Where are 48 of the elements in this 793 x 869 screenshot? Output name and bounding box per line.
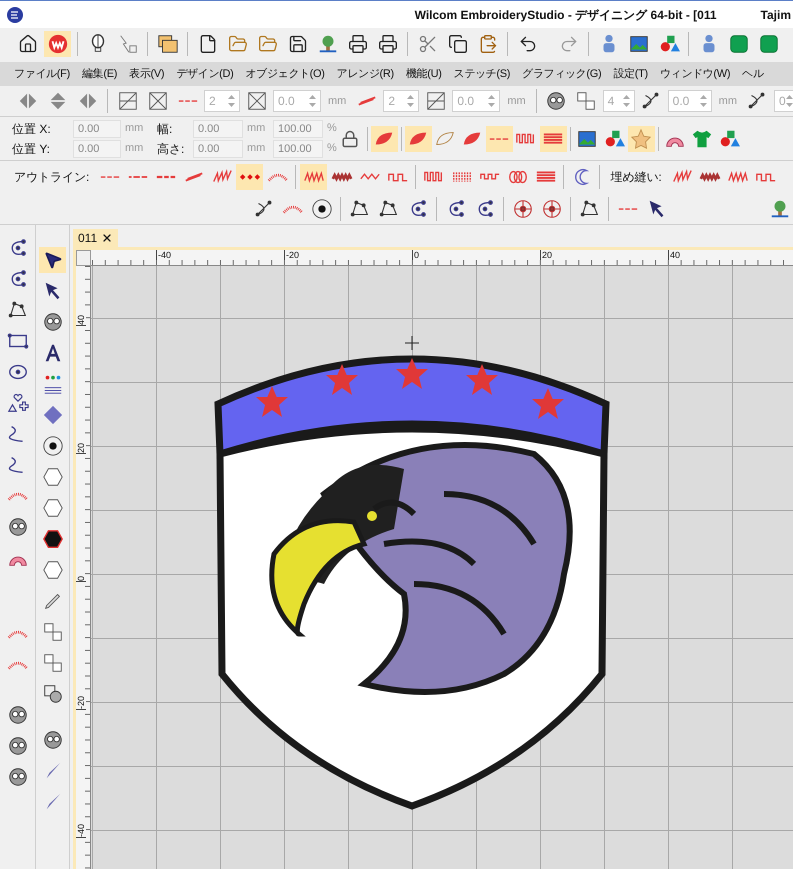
logo-icon[interactable]	[44, 31, 71, 57]
design-canvas[interactable]	[91, 266, 793, 869]
unit-label: %	[327, 121, 337, 136]
field-label: 位置 X:	[12, 120, 52, 138]
menu-item[interactable]: 表示(V)	[129, 66, 164, 82]
menu-item[interactable]: アレンジ(R)	[336, 66, 394, 82]
window-title: Tajim	[760, 6, 791, 24]
ruler-label: 0	[412, 250, 420, 260]
unit-label: mm	[247, 121, 266, 136]
unit-label: %	[327, 141, 337, 156]
ruler-label: 20	[76, 442, 86, 454]
document-tab[interactable]: 011	[73, 229, 118, 247]
pointer-icon[interactable]	[39, 247, 66, 273]
ruler-label: 20	[540, 250, 552, 260]
unit-label: mm	[718, 94, 737, 109]
unit-label: mm	[125, 141, 144, 156]
menu-item[interactable]: 機能(U)	[406, 66, 442, 82]
ruler-label: 0	[76, 576, 86, 582]
leaf-icon[interactable]	[404, 126, 432, 152]
ruler-label: -40	[76, 824, 86, 838]
menu-item[interactable]: デザイン(D)	[176, 66, 234, 82]
menu-item[interactable]: ウィンドウ(W)	[660, 66, 730, 82]
app-logo-icon	[6, 6, 24, 24]
ruler-label: -20	[76, 696, 86, 710]
menu-item[interactable]: ヘル	[742, 66, 764, 82]
ruler-label: -20	[284, 250, 300, 260]
ruler-label: 40	[668, 250, 680, 260]
menu-item[interactable]: オブジェクト(O)	[245, 66, 325, 82]
menu-item[interactable]: ファイル(F)	[14, 66, 70, 82]
field-label: 位置 Y:	[12, 140, 52, 158]
diamond-row-icon[interactable]	[236, 164, 264, 190]
ruler-label: -40	[156, 250, 172, 260]
unit-label: mm	[507, 94, 526, 109]
unit-label: mm	[125, 121, 144, 136]
unit-label: mm	[328, 94, 346, 109]
menu-item[interactable]: ステッチ(S)	[454, 66, 510, 82]
toolbar-label: アウトライン:	[14, 169, 90, 186]
close-icon[interactable]	[101, 232, 114, 244]
unit-label: mm	[247, 141, 266, 156]
field-label: 高さ:	[157, 140, 186, 158]
ruler-label: 40	[76, 314, 86, 326]
field-label: 幅:	[157, 120, 174, 138]
menu-item[interactable]: 編集(E)	[82, 66, 118, 82]
window-title: Wilcom EmbroideryStudio - デザイニング 64-bit - [011	[414, 6, 717, 24]
menu-item[interactable]: グラフィック(G)	[522, 66, 602, 82]
toolbar-label: 埋め縫い:	[610, 169, 662, 186]
menu-item[interactable]: 設定(T)	[613, 66, 648, 82]
crosshair-icon	[405, 336, 419, 350]
